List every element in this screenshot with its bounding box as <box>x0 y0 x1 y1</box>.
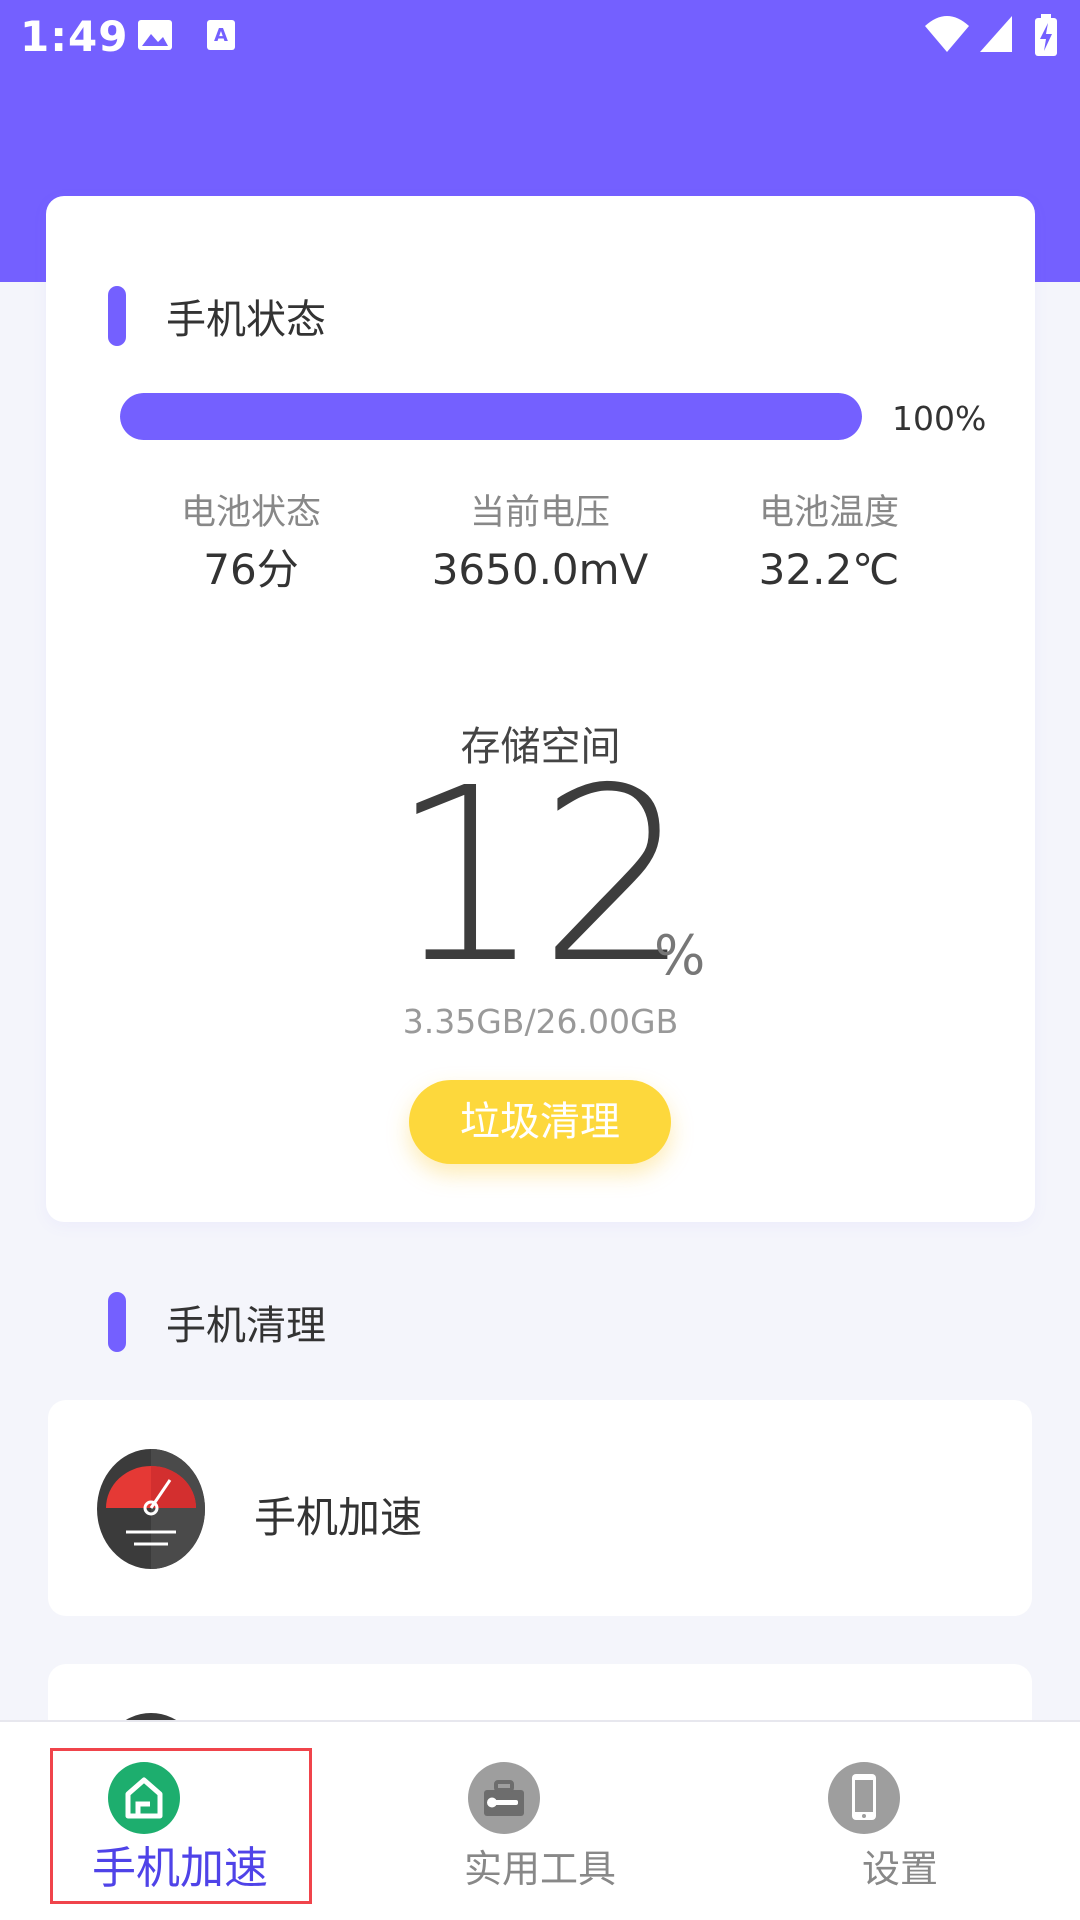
font-icon: A <box>204 18 238 56</box>
battery-progress-text: 100% <box>892 399 987 438</box>
wifi-icon <box>924 14 970 58</box>
stat-label: 电池状态 <box>180 493 321 533</box>
storage-percent-unit: % <box>654 924 706 987</box>
junk-clean-button[interactable]: 垃圾清理 <box>409 1080 671 1164</box>
phone-status-card: 手机状态 100% 电池状态 76分 当前电压 3650.0mV 电池温度 32… <box>46 196 1035 1222</box>
nav-tab-label: 设置 <box>861 1847 938 1891</box>
battery-progress-bar <box>120 393 862 440</box>
screen: 1:49 A 手机状态 100% 电池状态 76分 当前电压 3650.0mV … <box>0 0 1080 1920</box>
storage-percent: 12 <box>390 736 691 1016</box>
battery-charging-icon <box>1034 14 1058 60</box>
stat-voltage: 当前电压 3650.0mV <box>390 490 690 598</box>
section-title: 手机清理 <box>166 1303 326 1349</box>
stat-value: 32.2℃ <box>758 545 900 594</box>
list-item-phone-boost[interactable]: 手机加速 <box>48 1400 1032 1616</box>
nav-tab-settings[interactable]: 设置 <box>720 1722 1080 1920</box>
bottom-navigation: 手机加速 实用工具 设置 <box>0 1720 1080 1920</box>
image-icon <box>136 18 174 56</box>
storage-detail: 3.35GB/26.00GB <box>402 1002 679 1041</box>
stat-label: 当前电压 <box>469 493 610 533</box>
section-title: 手机状态 <box>166 297 326 343</box>
section-accent-bar <box>108 286 126 346</box>
phone-icon <box>828 1762 900 1834</box>
stat-temperature: 电池温度 32.2℃ <box>679 490 979 598</box>
stat-label: 电池温度 <box>758 493 899 533</box>
status-bar: 1:49 A <box>0 0 1080 74</box>
nav-tab-tools[interactable]: 实用工具 <box>360 1722 720 1920</box>
list-item-label: 手机加速 <box>254 1493 423 1542</box>
stat-value: 3650.0mV <box>431 545 649 594</box>
stat-value: 76分 <box>203 545 299 594</box>
svg-text:A: A <box>214 25 228 46</box>
selection-highlight-box <box>50 1748 312 1904</box>
nav-tab-phone-boost[interactable]: 手机加速 <box>0 1722 360 1920</box>
signal-icon <box>978 14 1014 58</box>
stat-battery-status: 电池状态 76分 <box>101 490 401 598</box>
toolbox-icon <box>468 1762 540 1834</box>
section-accent-bar <box>108 1292 126 1352</box>
status-time: 1:49 <box>20 12 129 61</box>
speedometer-icon <box>96 1448 206 1570</box>
battery-progress-fill <box>120 393 862 440</box>
nav-tab-label: 实用工具 <box>463 1847 616 1891</box>
